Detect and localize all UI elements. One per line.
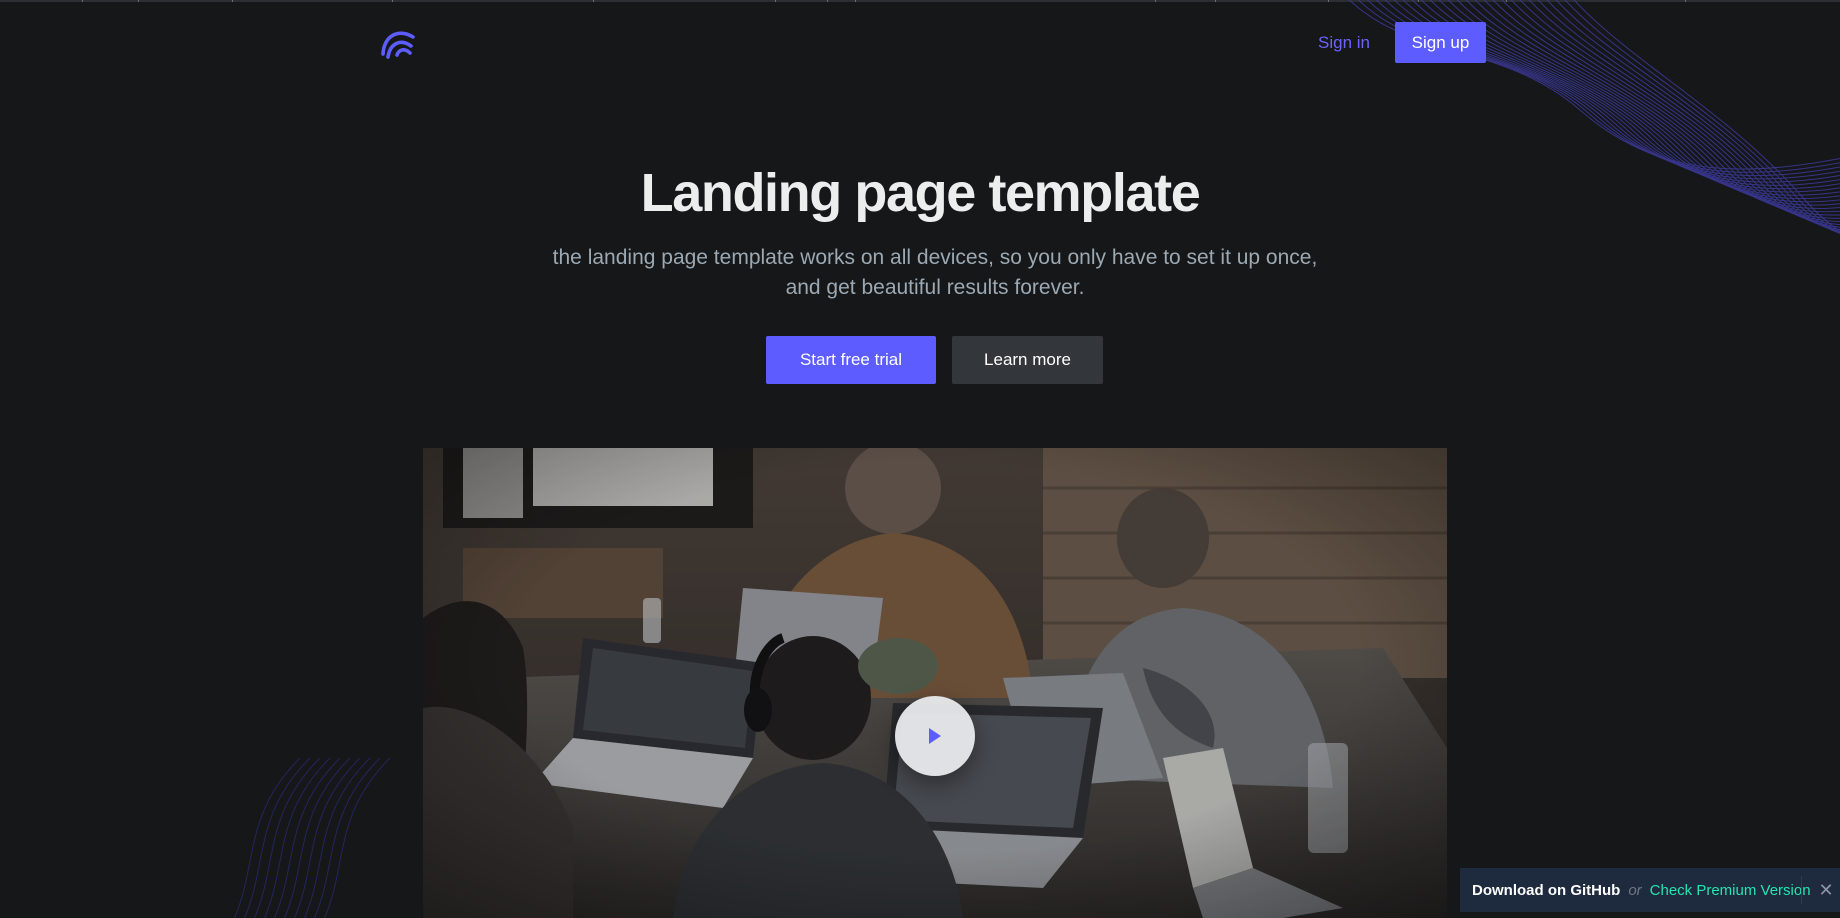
hero-subtitle-line2: and get beautiful results forever.	[785, 276, 1085, 299]
wave-line	[293, 757, 361, 918]
play-triangle-icon	[929, 728, 941, 744]
premium-version-link[interactable]: Check Premium Version	[1650, 882, 1811, 899]
wave-line	[253, 757, 321, 918]
close-x-icon[interactable]: ✕	[1812, 868, 1840, 912]
promo-divider	[1801, 876, 1802, 904]
learn-more-button[interactable]: Learn more	[952, 336, 1103, 384]
team-working-photo	[423, 448, 1447, 918]
brand-logo[interactable]	[380, 24, 416, 60]
start-free-trial-button[interactable]: Start free trial	[766, 336, 936, 384]
wave-line	[273, 757, 341, 918]
wave-line	[243, 757, 311, 918]
signup-button[interactable]: Sign up	[1395, 22, 1486, 63]
promo-or-text: or	[1628, 881, 1642, 899]
wave-line	[303, 757, 371, 918]
wave-line	[233, 757, 301, 918]
hero-title: Landing page template	[640, 163, 1201, 223]
hero-subtitle: the landing page template works on all d…	[520, 243, 1350, 303]
wave-line	[313, 757, 381, 918]
wave-line	[263, 757, 331, 918]
play-button[interactable]	[895, 696, 975, 776]
promo-bar: Download on GitHub or Check Premium Vers…	[1460, 868, 1840, 912]
signin-link[interactable]: Sign in	[1310, 22, 1378, 64]
wave-arches-logo-icon	[381, 31, 415, 59]
video-thumbnail[interactable]	[423, 448, 1447, 918]
top-border-strip	[0, 0, 1840, 2]
wave-line	[323, 757, 391, 918]
wave-line	[283, 757, 351, 918]
hero-subtitle-line1: the landing page template works on all d…	[552, 246, 1318, 269]
download-github-link[interactable]: Download on GitHub	[1472, 882, 1620, 899]
